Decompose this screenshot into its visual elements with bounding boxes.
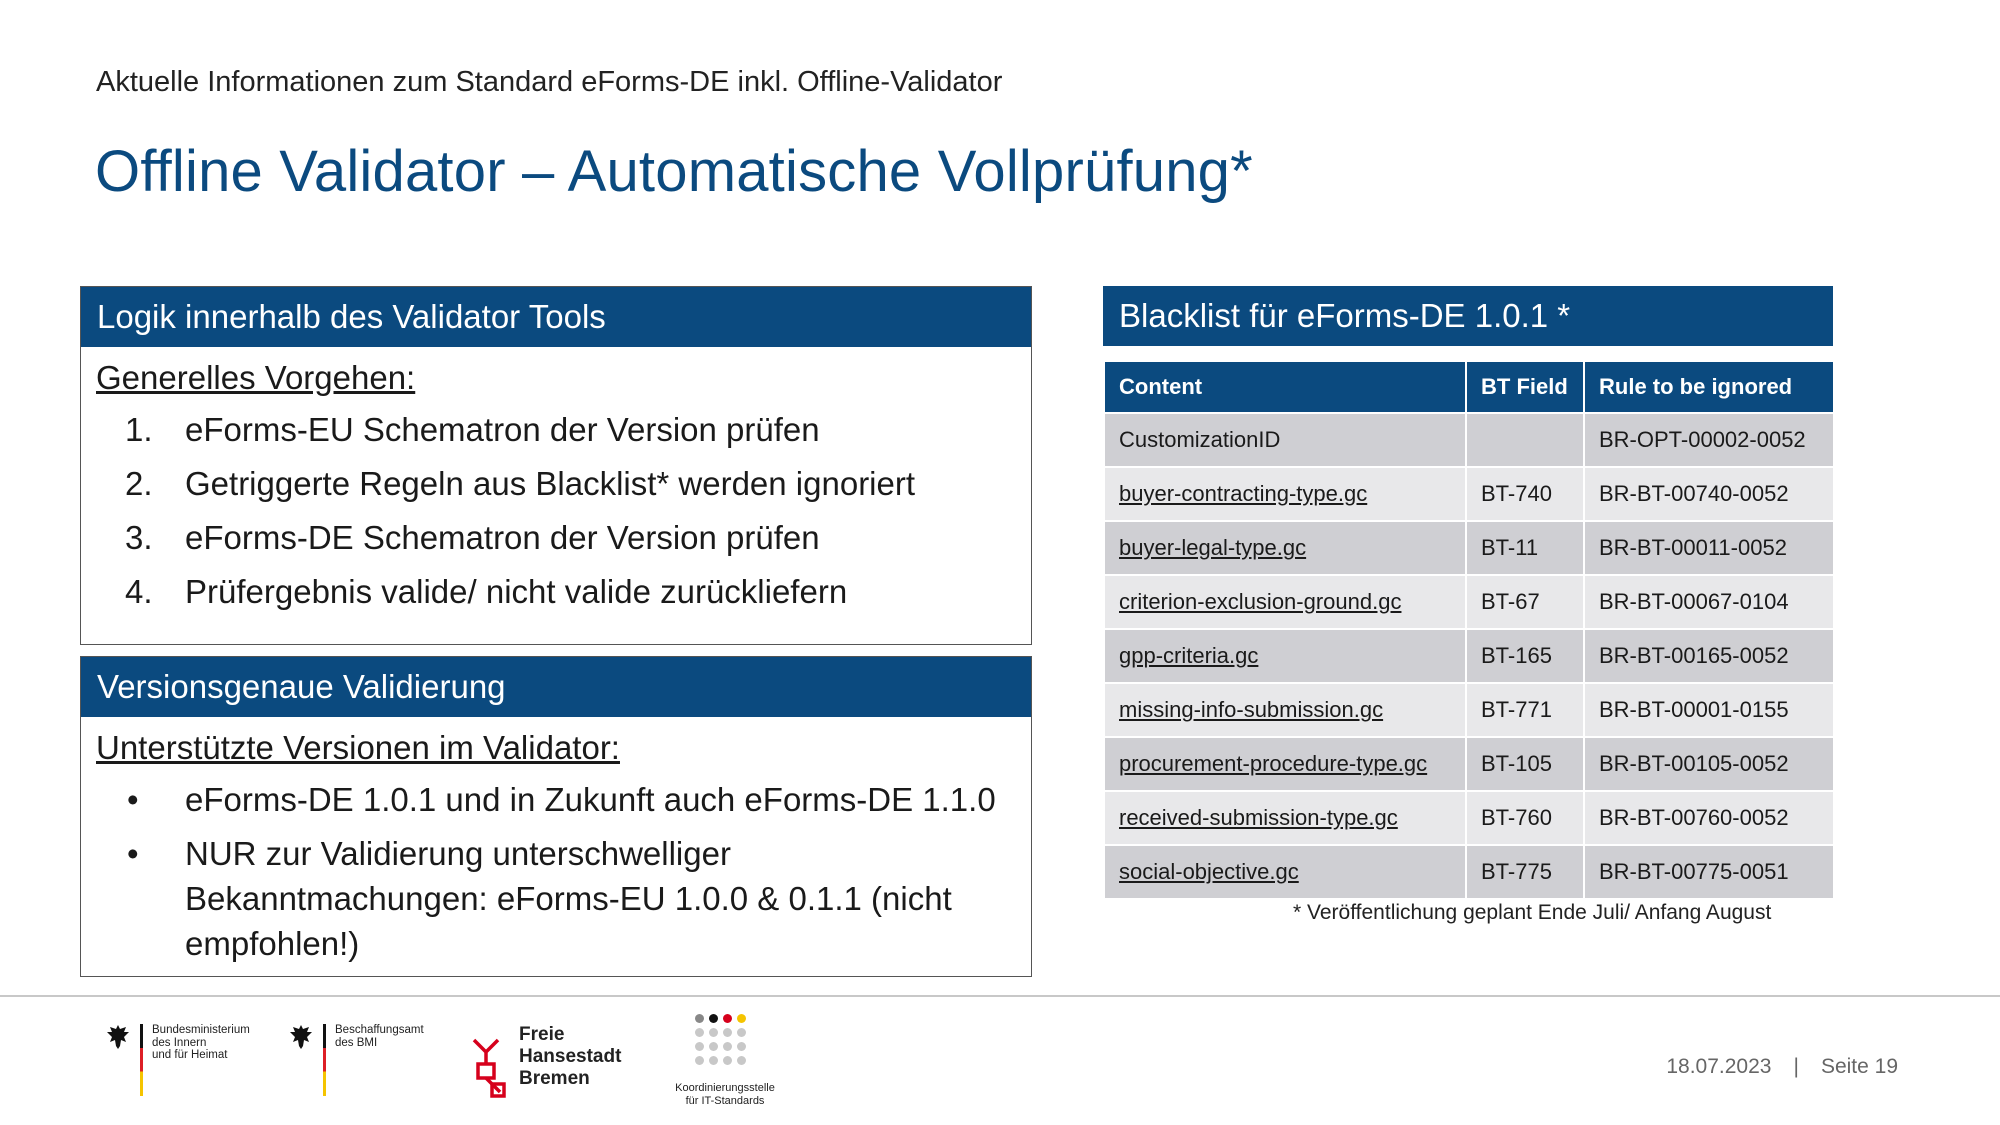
rule-cell: BR-BT-00165-0052 [1583,628,1835,684]
step-number: 4. [125,573,153,610]
kosit-logo-text: Koordinierungsstelle für IT-Standards [675,1082,775,1107]
content-link[interactable]: buyer-legal-type.gc [1103,520,1467,576]
content-link[interactable]: gpp-criteria.gc [1103,628,1467,684]
step-item: 1. eForms-EU Schematron der Version prüfe… [81,407,1031,452]
slide-date: 18.07.2023 [1666,1055,1772,1078]
bescha-logo-text: Beschaffungsamt des BMI [335,1024,424,1049]
version-box-heading: Versionsgenaue Validierung [81,657,1031,717]
step-item: 4. Prüfergebnis valide/ nicht valide zurü… [81,569,1031,614]
bt-field-cell: BT-165 [1465,628,1585,684]
step-text: Getriggerte Regeln aus Blacklist* werden… [185,465,916,502]
step-item: 2. Getriggerte Regeln aus Blacklist* werd… [81,461,1031,506]
version-text: eForms-DE 1.0.1 und in Zukunft auch eFor… [185,781,996,818]
logic-box-label: Generelles Vorgehen: [96,359,416,396]
bt-field-cell: BT-105 [1465,736,1585,792]
rule-cell: BR-BT-00760-0052 [1583,790,1835,846]
column-header-bt-field: BT Field [1465,360,1585,414]
blacklist-heading: Blacklist für eForms-DE 1.0.1 * [1103,286,1833,346]
column-header-content: Content [1103,360,1467,414]
bullet: • [127,781,139,818]
footer-divider [0,995,2000,997]
step-number: 3. [125,519,153,556]
content-link[interactable]: procurement-procedure-type.gc [1103,736,1467,792]
version-item: • NUR zur Validierung unterschwelliger Be… [81,831,1031,966]
table-row: CustomizationID BR-OPT-00002-0052 [1103,412,1835,468]
bt-field-cell: BT-740 [1465,466,1585,522]
slide-subtitle: Aktuelle Informationen zum Standard eFor… [96,66,1003,98]
rule-cell: BR-BT-00011-0052 [1583,520,1835,576]
content-link[interactable]: received-submission-type.gc [1103,790,1467,846]
bt-field-cell: BT-771 [1465,682,1585,738]
content-link[interactable]: social-objective.gc [1103,844,1467,900]
table-row: criterion-exclusion-ground.gc BT-67 BR-B… [1103,574,1835,630]
federal-eagle-icon [107,1025,129,1049]
rule-cell: BR-OPT-00002-0052 [1583,412,1835,468]
blacklist-table: Content BT Field Rule to be ignored Cust… [1103,360,1835,900]
german-flag-bar [140,1024,143,1096]
blacklist-footnote: * Veröffentlichung geplant Ende Juli/ An… [1293,901,1772,924]
federal-eagle-icon [290,1025,312,1049]
bt-field-cell: BT-775 [1465,844,1585,900]
kosit-dot-grid-icon [695,1014,755,1074]
rule-cell: BR-BT-00105-0052 [1583,736,1835,792]
step-number: 1. [125,411,153,448]
german-flag-bar [323,1024,326,1096]
logic-box: Logik innerhalb des Validator Tools Gene… [80,286,1032,645]
version-text: NUR zur Validierung unterschwelliger Bek… [185,835,952,962]
step-item: 3. eForms-DE Schematron der Version prüfe… [81,515,1031,560]
logic-box-heading: Logik innerhalb des Validator Tools [81,287,1031,347]
rule-cell: BR-BT-00067-0104 [1583,574,1835,630]
step-text: eForms-DE Schematron der Version prüfen [185,519,820,556]
table-row: gpp-criteria.gc BT-165 BR-BT-00165-0052 [1103,628,1835,684]
version-item: • eForms-DE 1.0.1 und in Zukunft auch eFo… [81,777,1031,822]
page-info-separator: | [1793,1055,1799,1078]
bt-field-cell: BT-11 [1465,520,1585,576]
version-box: Versionsgenaue Validierung Unterstützte … [80,656,1032,977]
versions-list: • eForms-DE 1.0.1 und in Zukunft auch eFo… [81,777,1031,966]
content-link[interactable]: missing-info-submission.gc [1103,682,1467,738]
table-header-row: Content BT Field Rule to be ignored [1103,360,1835,414]
rule-cell: BR-BT-00775-0051 [1583,844,1835,900]
steps-list: 1. eForms-EU Schematron der Version prüfe… [81,407,1031,614]
table-row: received-submission-type.gc BT-760 BR-BT… [1103,790,1835,846]
rule-cell: BR-BT-00740-0052 [1583,466,1835,522]
bt-field-cell [1465,412,1585,468]
content-cell: CustomizationID [1103,412,1467,468]
table-row: buyer-legal-type.gc BT-11 BR-BT-00011-00… [1103,520,1835,576]
bt-field-cell: BT-67 [1465,574,1585,630]
step-text: eForms-EU Schematron der Version prüfen [185,411,820,448]
rule-cell: BR-BT-00001-0155 [1583,682,1835,738]
version-box-label: Unterstützte Versionen im Validator: [96,729,620,766]
page-number: Seite 19 [1820,1055,1898,1078]
table-row: procurement-procedure-type.gc BT-105 BR-… [1103,736,1835,792]
column-header-rule: Rule to be ignored [1583,360,1835,414]
bullet: • [127,835,139,872]
page-info: 18.07.2023 | Seite 19 [1666,1055,1898,1079]
table-row: buyer-contracting-type.gc BT-740 BR-BT-0… [1103,466,1835,522]
table-row: social-objective.gc BT-775 BR-BT-00775-0… [1103,844,1835,900]
slide-title: Offline Validator – Automatische Vollprü… [95,139,1253,204]
step-text: Prüfergebnis valide/ nicht valide zurück… [185,573,848,610]
bremen-logo-text: Freie Hansestadt Bremen [519,1024,622,1089]
content-link[interactable]: criterion-exclusion-ground.gc [1103,574,1467,630]
step-number: 2. [125,465,153,502]
kosit-logo: Koordinierungsstelle für IT-Standards [660,1014,790,1114]
bremen-key-icon [472,1038,506,1098]
bt-field-cell: BT-760 [1465,790,1585,846]
table-row: missing-info-submission.gc BT-771 BR-BT-… [1103,682,1835,738]
content-link[interactable]: buyer-contracting-type.gc [1103,466,1467,522]
bmi-logo-text: Bundesministerium des Innern und für Hei… [152,1024,250,1061]
